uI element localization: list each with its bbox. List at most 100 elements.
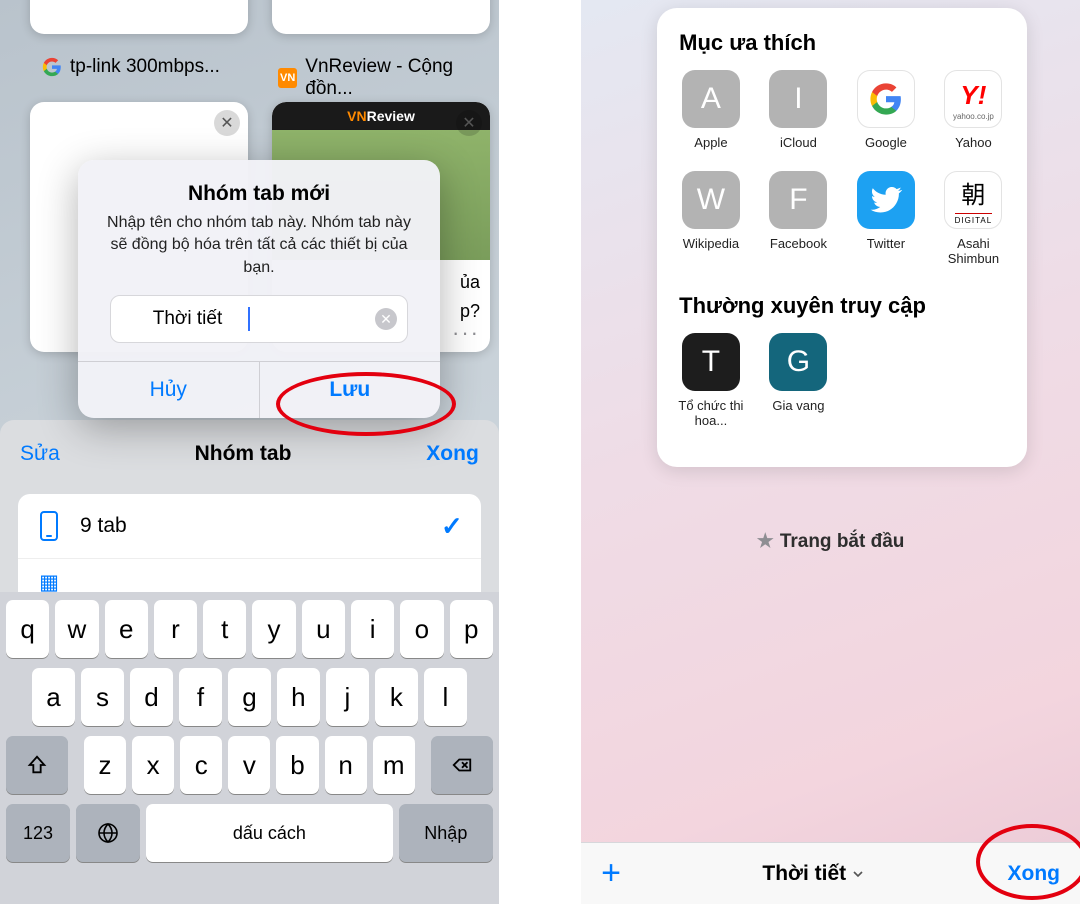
key-h[interactable]: h: [277, 668, 320, 726]
sheet-edit-button[interactable]: Sửa: [20, 442, 60, 466]
kb-row-1: qwertyuiop: [6, 600, 493, 658]
key-u[interactable]: u: [302, 600, 345, 658]
shift-key[interactable]: [6, 736, 68, 794]
start-page-card[interactable]: Mục ưa thích AAppleIiCloudGoogleY!yahoo.…: [657, 8, 1027, 467]
frequent-label: Gia vang: [772, 399, 824, 414]
favorite-item[interactable]: IiCloud: [755, 70, 843, 151]
key-r[interactable]: r: [154, 600, 197, 658]
tab-group-name-input[interactable]: Thời tiết: [125, 308, 250, 330]
favorite-item[interactable]: AApple: [667, 70, 755, 151]
key-o[interactable]: o: [400, 600, 443, 658]
key-g[interactable]: g: [228, 668, 271, 726]
favorite-label: Yahoo: [955, 136, 992, 151]
tab-group-list: 9 tab ✓ ▦: [18, 494, 481, 607]
key-y[interactable]: y: [252, 600, 295, 658]
favorite-icon: I: [769, 70, 827, 128]
key-s[interactable]: s: [81, 668, 124, 726]
favorite-icon: [857, 171, 915, 229]
alert-message: Nhập tên cho nhóm tab này. Nhóm tab này …: [98, 212, 420, 279]
favorite-item[interactable]: Twitter: [842, 171, 930, 267]
google-favicon: [42, 57, 62, 77]
key-a[interactable]: a: [32, 668, 75, 726]
key-c[interactable]: c: [180, 736, 222, 794]
tab-count-label: 9 tab: [80, 514, 127, 538]
frequent-label: Tổ chức thi hoa...: [671, 399, 751, 429]
favorite-icon: 朝DIGITAL: [944, 171, 1002, 229]
key-v[interactable]: v: [228, 736, 270, 794]
kb-row-3: zxcvbnm: [6, 736, 493, 794]
tab-group-selector[interactable]: Thời tiết: [762, 862, 866, 886]
favorite-item[interactable]: WWikipedia: [667, 171, 755, 267]
close-icon[interactable]: ✕: [214, 110, 240, 136]
keyboard: qwertyuiop asdfghjkl zxcvbnm 123 dấu các…: [0, 592, 499, 904]
key-i[interactable]: i: [351, 600, 394, 658]
bottom-toolbar: + Thời tiết Xong: [581, 842, 1080, 904]
tab-thumb-2[interactable]: [272, 0, 490, 34]
new-tab-button[interactable]: +: [601, 854, 621, 893]
enter-key[interactable]: Nhập: [399, 804, 493, 862]
key-x[interactable]: x: [132, 736, 174, 794]
tab-group-row[interactable]: 9 tab ✓: [18, 494, 481, 559]
key-q[interactable]: q: [6, 600, 49, 658]
kb-row-2: asdfghjkl: [6, 668, 493, 726]
favorite-icon: Y!yahoo.co.jp: [944, 70, 1002, 128]
ellipsis-icon[interactable]: ···: [452, 320, 480, 346]
frequent-icon: T: [682, 333, 740, 391]
key-l[interactable]: l: [424, 668, 467, 726]
favorite-icon: F: [769, 171, 827, 229]
frequent-item[interactable]: G Gia vang: [755, 333, 843, 429]
favorite-label: Asahi Shimbun: [933, 237, 1013, 267]
favorite-label: Facebook: [770, 237, 827, 252]
key-z[interactable]: z: [84, 736, 126, 794]
favorites-title: Mục ưa thích: [657, 30, 1027, 70]
favorite-item[interactable]: 朝DIGITAL Asahi Shimbun: [930, 171, 1018, 267]
star-icon: ★: [757, 531, 774, 552]
favorites-grid: AAppleIiCloudGoogleY!yahoo.co.jp Yahoo WWi…: [657, 70, 1027, 287]
key-k[interactable]: k: [375, 668, 418, 726]
tab-thumb-1[interactable]: [30, 0, 248, 34]
close-icon[interactable]: ✕: [456, 110, 482, 136]
key-b[interactable]: b: [276, 736, 318, 794]
favorite-item[interactable]: Y!yahoo.co.jp Yahoo: [930, 70, 1018, 151]
sheet-done-button[interactable]: Xong: [426, 442, 479, 466]
key-t[interactable]: t: [203, 600, 246, 658]
alert-input-wrap[interactable]: Thời tiết ✕: [110, 295, 408, 343]
frequent-grid: T Tổ chức thi hoa... G Gia vang: [657, 333, 1027, 459]
frequent-title: Thường xuyên truy cập: [657, 287, 1027, 333]
chevron-down-icon: [850, 866, 866, 882]
tab-title-2: VnReview - Cộng đồn...: [305, 56, 499, 100]
tab-label-1: tp-link 300mbps...: [42, 56, 220, 78]
vnreview-favicon: VN: [278, 68, 297, 88]
clear-input-icon[interactable]: ✕: [375, 308, 397, 330]
favorite-label: Apple: [694, 136, 727, 151]
screenshot-left: tp-link 300mbps... VN VnReview - Cộng đồ…: [0, 0, 499, 904]
key-n[interactable]: n: [325, 736, 367, 794]
key-d[interactable]: d: [130, 668, 173, 726]
start-page-label: ★Trang bắt đầu: [581, 530, 1080, 553]
key-w[interactable]: w: [55, 600, 98, 658]
done-button[interactable]: Xong: [1007, 862, 1060, 886]
tab-title-1: tp-link 300mbps...: [70, 56, 220, 78]
frequent-item[interactable]: T Tổ chức thi hoa...: [667, 333, 755, 429]
key-e[interactable]: e: [105, 600, 148, 658]
text-caret: [248, 307, 250, 331]
new-tab-group-alert: Nhóm tab mới Nhập tên cho nhóm tab này. …: [78, 160, 440, 418]
key-f[interactable]: f: [179, 668, 222, 726]
save-button[interactable]: Lưu: [259, 362, 441, 418]
key-m[interactable]: m: [373, 736, 415, 794]
number-key[interactable]: 123: [6, 804, 70, 862]
key-p[interactable]: p: [450, 600, 493, 658]
cancel-button[interactable]: Hủy: [78, 362, 259, 418]
globe-key[interactable]: [76, 804, 140, 862]
backspace-key[interactable]: [431, 736, 493, 794]
kb-row-4: 123 dấu cách Nhập: [6, 804, 493, 862]
favorite-item[interactable]: F Facebook: [755, 171, 843, 267]
frequent-icon: G: [769, 333, 827, 391]
favorite-icon: [857, 70, 915, 128]
favorite-item[interactable]: Google: [842, 70, 930, 151]
key-j[interactable]: j: [326, 668, 369, 726]
screenshot-right: Mục ưa thích AAppleIiCloudGoogleY!yahoo.…: [581, 0, 1080, 904]
space-key[interactable]: dấu cách: [146, 804, 393, 862]
favorite-label: Twitter: [867, 237, 905, 252]
phone-icon: [36, 510, 62, 542]
